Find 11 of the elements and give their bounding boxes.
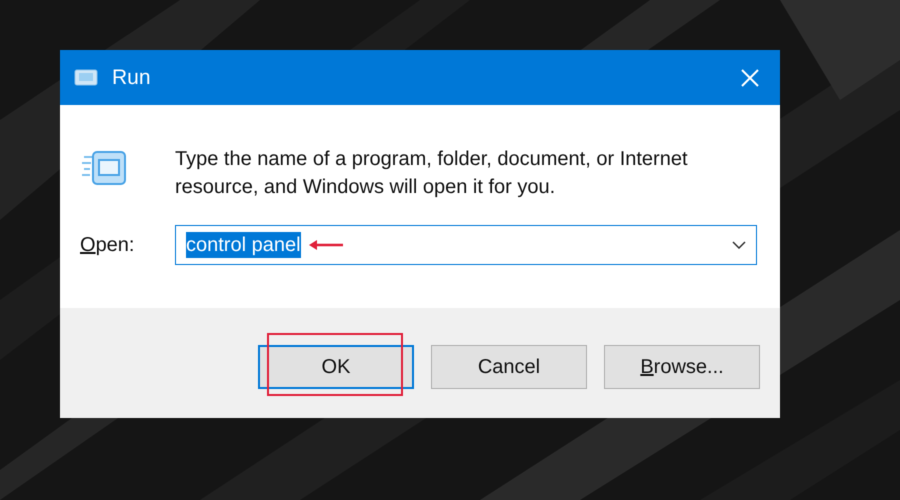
- input-text: control panel: [186, 232, 301, 258]
- window-title: Run: [112, 64, 151, 91]
- dialog-button[interactable]: OK: [258, 345, 414, 389]
- dialog-button[interactable]: Cancel: [431, 345, 587, 389]
- open-label: Open:: [80, 233, 136, 258]
- dropdown-icon[interactable]: [732, 241, 746, 249]
- run-icon: [72, 68, 98, 86]
- description-text: Type the name of a program, folder, document, or Internet resource, and Windows will open it for you.: [175, 147, 689, 200]
- close-icon: [740, 68, 760, 88]
- dialog-button[interactable]: Browse...: [604, 345, 760, 389]
- open-combobox[interactable]: control panel: [175, 225, 757, 265]
